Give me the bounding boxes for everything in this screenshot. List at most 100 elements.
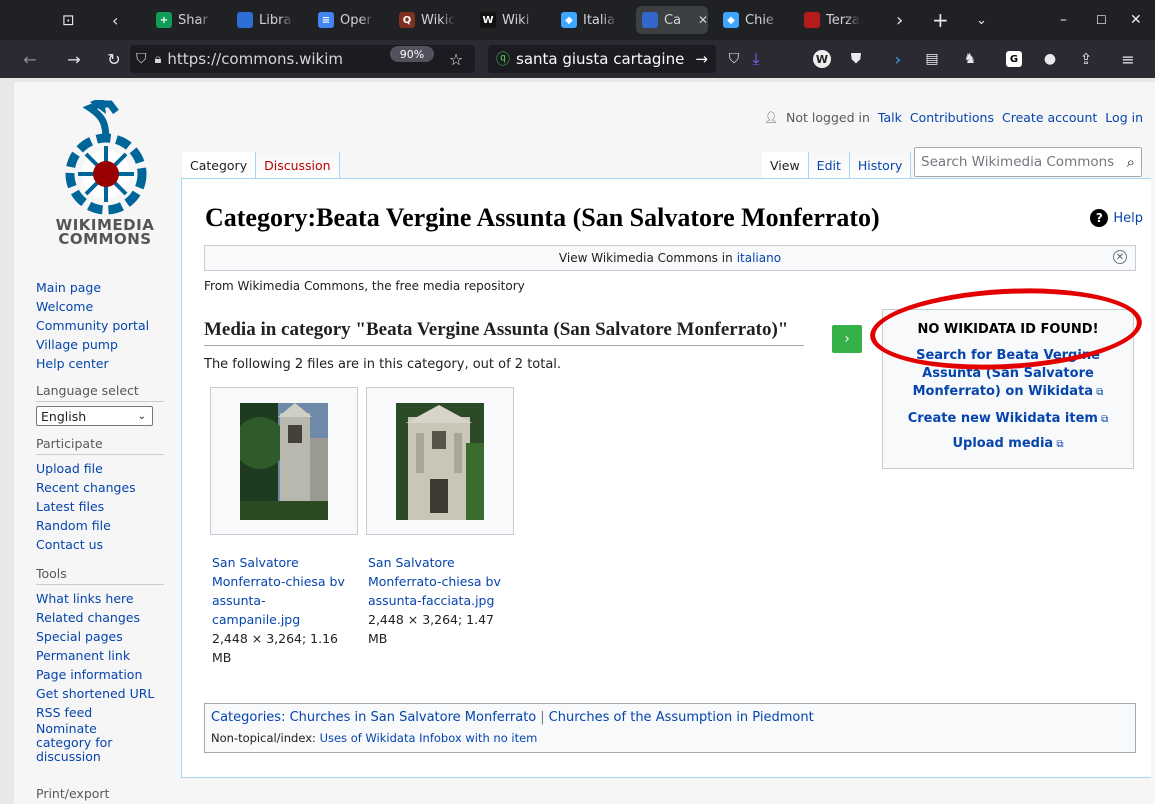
tab-scroll-right-icon[interactable]: › [896,0,912,40]
sidebar: Main page Welcome Community portal Villa… [36,278,186,801]
upload-media-label: Upload media [952,436,1054,451]
tab-view[interactable]: View [762,152,809,179]
search-input[interactable]: Search Wikimedia Commons ⌕ [914,147,1142,177]
ball-extension-icon[interactable]: ● [1040,47,1060,71]
tab-label: Shar [178,12,208,28]
sidebar-link-upload-file[interactable]: Upload file [36,459,186,478]
talk-link[interactable]: Talk [878,110,902,125]
sidebar-link-rss-feed[interactable]: RSS feed [36,703,186,722]
tab-label: Libra [259,12,292,28]
sidebar-link-shortened-url[interactable]: Get shortened URL [36,684,186,703]
browser-tab[interactable]: ◆ Italia [555,6,629,34]
close-window-icon[interactable]: ✕ [1130,0,1144,40]
shield-icon: ⛉ [136,51,147,67]
new-tab-icon[interactable]: + [932,0,950,40]
file-name-line: Monferrato-chiesa bv [368,574,501,589]
wikimedia-commons-logo[interactable]: WIKIMEDIA COMMONS [36,96,176,250]
search-go-icon[interactable]: → [695,50,708,68]
tab-history[interactable]: History [849,152,912,179]
file-link[interactable]: San Salvatore Monferrato-chiesa bv assun… [368,553,518,610]
sidebar-link-special-pages[interactable]: Special pages [36,627,186,646]
maximize-icon[interactable]: ☐ [1096,0,1110,40]
file-link[interactable]: San Salvatore Monferrato-chiesa bv assun… [212,553,362,629]
sidebar-link-nominate-category[interactable]: Nominate category for discussion [36,722,156,764]
logo-line-2: COMMONS [58,230,152,248]
browser-tab[interactable]: ≡ Oper [312,6,386,34]
upload-media-link[interactable]: Upload media ⧉ [883,435,1133,454]
create-wikidata-item-link[interactable]: Create new Wikidata item ⧉ [883,410,1133,429]
sidebar-link-main-page[interactable]: Main page [36,278,186,297]
chevron-right-icon: › [844,331,850,347]
gnu-extension-icon[interactable]: ♞ [960,47,980,71]
close-tab-icon[interactable]: ✕ [698,13,708,27]
category-link[interactable]: Churches in San Salvatore Monferrato [290,710,537,725]
shield-extension-icon[interactable]: ⛊ [846,47,866,71]
sidebar-link-help-center[interactable]: Help center [36,354,186,373]
sidebar-link-related-changes[interactable]: Related changes [36,608,186,627]
g-extension-icon[interactable]: G [1004,47,1024,71]
language-select[interactable]: English ⌄ [36,406,153,426]
sidebar-link-welcome[interactable]: Welcome [36,297,186,316]
tab-label: Wiki [502,12,530,28]
close-banner-icon[interactable]: ✕ [1113,250,1127,264]
categories-label[interactable]: Categories: [211,710,285,725]
bookmark-star-icon[interactable]: ☆ [446,47,466,71]
extension-arrow-icon[interactable]: › [890,47,906,71]
browser-tab[interactable]: Terza [798,6,872,34]
browser-tab[interactable]: Libra [231,6,305,34]
search-icon[interactable]: ⌕ [1127,153,1135,171]
log-in-link[interactable]: Log in [1105,110,1143,125]
sidebar-link-latest-files[interactable]: Latest files [36,497,186,516]
tab-discussion[interactable]: Discussion [256,152,340,179]
sidebar-link-what-links-here[interactable]: What links here [36,589,186,608]
gallery-thumbnail[interactable] [210,387,358,535]
sidebar-link-permanent-link[interactable]: Permanent link [36,646,186,665]
commons-logo-icon [65,96,147,215]
lock-icon: 🔒︎ [154,51,162,67]
tab-category[interactable]: Category [182,152,257,179]
browser-tab[interactable]: + Shar [150,6,224,34]
banner-language-link[interactable]: italiano [737,251,781,265]
notes-extension-icon[interactable]: ▤ [922,47,942,71]
browser-tab[interactable]: W Wiki [474,6,548,34]
back-icon[interactable]: ← [20,47,40,71]
share-icon[interactable]: ⇪ [1076,47,1096,71]
gallery-thumbnail[interactable] [366,387,514,535]
contributions-link[interactable]: Contributions [910,110,994,125]
hidden-category-link[interactable]: Uses of Wikidata Infobox with no item [320,731,538,745]
browser-tab[interactable]: Q Wikic [393,6,467,34]
search-bar-text: santa giusta cartagine [516,50,685,68]
zoom-badge[interactable]: 90% [390,46,434,62]
sidebar-link-community-portal[interactable]: Community portal [36,316,186,335]
pocket-icon[interactable]: ⛉ [724,47,744,71]
menu-icon[interactable]: ≡ [1118,47,1138,71]
gallery-caption: San Salvatore Monferrato-chiesa bv assun… [368,553,518,648]
file-info-line: 2,448 × 3,264; 1.47 [368,612,495,627]
sidebar-link-recent-changes[interactable]: Recent changes [36,478,186,497]
tab-scroll-left-icon[interactable]: ‹ [112,0,128,40]
sidebar-link-page-information[interactable]: Page information [36,665,186,684]
minimize-icon[interactable]: – [1060,0,1074,40]
forward-icon[interactable]: → [64,47,84,71]
search-bar[interactable]: ⓠ santa giusta cartagine → [488,45,716,73]
help-link[interactable]: ? Help [1090,209,1143,227]
reload-icon[interactable]: ↻ [104,47,124,71]
tab-favicon-icon: + [156,12,172,28]
wikidata-expand-button[interactable]: › [832,325,862,353]
sidebar-link-village-pump[interactable]: Village pump [36,335,186,354]
print-export-heading: Print/export [36,786,110,801]
sidebar-link-contact-us[interactable]: Contact us [36,535,186,554]
download-icon[interactable]: ⤓ [746,47,766,71]
tab-label: Chie [745,12,774,28]
wikipedia-extension-icon[interactable]: W [812,47,832,71]
sidebar-link-random-file[interactable]: Random file [36,516,186,535]
file-info-line: MB [212,650,232,665]
tab-list-chevron-icon[interactable]: ⌄ [976,0,992,40]
tab-edit[interactable]: Edit [808,152,850,179]
browser-tab[interactable]: Ca ✕ [636,6,708,34]
category-link[interactable]: Churches of the Assumption in Piedmont [549,710,814,725]
browser-tab[interactable]: ◆ Chie [717,6,791,34]
create-account-link[interactable]: Create account [1002,110,1097,125]
tab-overview-icon[interactable]: ⊡ [62,0,86,40]
namespace-tabs: Category Discussion [182,152,340,179]
